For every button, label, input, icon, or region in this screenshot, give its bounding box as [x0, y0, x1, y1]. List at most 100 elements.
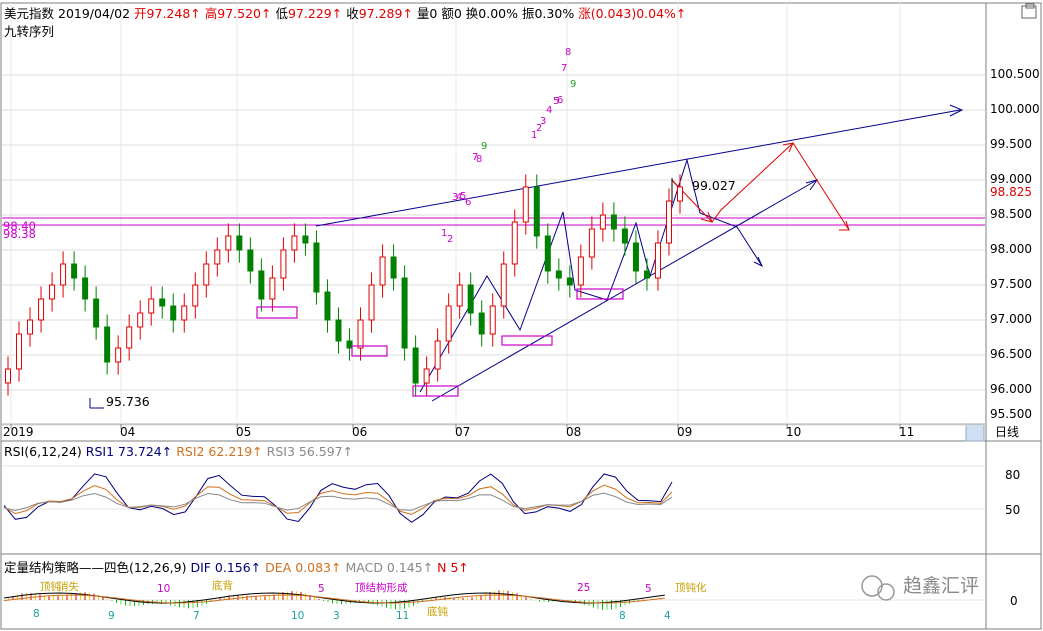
macd-value: MACD 0.145↑	[345, 560, 434, 575]
candle	[258, 270, 265, 300]
candle	[346, 340, 353, 349]
candle	[522, 186, 529, 223]
candle	[423, 368, 430, 384]
td-count: 6	[557, 95, 563, 106]
price-tick: 97.500	[990, 277, 1032, 291]
candle	[181, 305, 188, 321]
candle	[104, 326, 111, 363]
td-count: 2	[447, 234, 453, 245]
bar-date: 2019/04/02	[58, 6, 131, 21]
candle	[236, 235, 243, 251]
candle	[478, 312, 485, 335]
time-tick: 04	[120, 425, 135, 439]
trend-lines	[2, 104, 985, 409]
price-tick: 100.500	[990, 67, 1040, 81]
macd-signal-label: 顶钝化	[675, 581, 707, 594]
td-count: 7	[561, 63, 567, 74]
candle	[137, 312, 144, 328]
price-tick: 98.500	[990, 207, 1032, 221]
candle	[412, 347, 419, 384]
td-count: 9	[570, 79, 576, 90]
time-tick: 08	[566, 425, 581, 439]
chart-canvas: 879456321978345612 顶钝消失 10 底背 5 顶结构形成 25 5 顶钝化8…	[0, 2, 1042, 630]
candle	[324, 291, 331, 321]
candle	[27, 319, 34, 335]
candle	[214, 249, 221, 265]
macd-signal-label: 顶结构形成	[355, 581, 408, 594]
outer-frame	[0, 2, 1042, 630]
trend-line	[315, 109, 961, 227]
time-tick: 07	[455, 425, 470, 439]
candle	[401, 277, 408, 349]
price-tick: 96.500	[990, 347, 1032, 361]
candle	[203, 263, 210, 286]
candle	[192, 284, 199, 307]
support-box	[412, 385, 459, 397]
time-tick: 09	[677, 425, 692, 439]
price-tick: 100.000	[990, 102, 1040, 116]
candle	[148, 298, 155, 314]
macd-signal-label: 25	[577, 582, 590, 594]
price-tick: 97.000	[990, 312, 1032, 326]
price-tick: 98.000	[990, 242, 1032, 256]
candle	[247, 249, 254, 272]
price-tick: 95.500	[990, 407, 1032, 421]
candle	[665, 200, 672, 244]
candle	[632, 242, 639, 272]
scroll-handle[interactable]	[965, 423, 985, 442]
macd-signal-label: 5	[318, 583, 325, 595]
macd-signal-label: 7	[193, 610, 200, 622]
high-value: 97.520↑	[217, 6, 272, 21]
macd-signal-label: 消失	[58, 580, 79, 593]
candle	[599, 214, 606, 230]
candle	[115, 347, 122, 363]
macd-signal-label: 9	[108, 610, 115, 622]
watermark: 趋鑫汇评	[861, 575, 979, 601]
chart-window: { "header": { "name": "美元指数", "date": "2…	[0, 0, 1043, 631]
watermark-text: 趋鑫汇评	[903, 575, 979, 597]
low-label: 低	[275, 6, 288, 21]
candle	[71, 263, 78, 279]
change: 涨(0.043)0.04%↑	[578, 6, 687, 21]
rsi2-value: RSI2 62.219↑	[176, 444, 263, 459]
candle	[654, 242, 661, 279]
td-count: 1	[531, 130, 537, 141]
candle	[313, 242, 320, 293]
close-value: 97.289↑	[358, 6, 413, 21]
time-tick: 2019	[3, 425, 34, 439]
candle	[60, 263, 67, 286]
candle	[302, 235, 309, 244]
header-bar: 美元指数 2019/04/02 开97.248↑ 高97.520↑ 低97.22…	[4, 3, 686, 22]
rsi-lines	[3, 473, 673, 523]
support-box	[256, 306, 298, 319]
td-count: 9	[481, 141, 487, 152]
candle	[677, 186, 683, 202]
candle	[643, 270, 650, 279]
wechat-icon	[861, 575, 883, 597]
n-value: N 5↑	[437, 560, 469, 575]
candle	[621, 228, 628, 244]
candle	[390, 256, 397, 279]
macd-axis-0: 0	[1010, 594, 1018, 608]
amount: 额0	[441, 6, 462, 21]
dea-value: DEA 0.083↑	[265, 560, 342, 575]
candle	[357, 319, 364, 349]
macd-signal-label: 8	[619, 610, 626, 622]
open-value: 97.248↑	[146, 6, 201, 21]
turnover: 换0.00%	[465, 6, 518, 21]
low-point-label: 95.736	[106, 394, 150, 409]
macd-title: 定量结构策略——四色(12,26,9)	[4, 560, 187, 575]
candle	[533, 186, 540, 237]
candle	[566, 277, 573, 286]
candle	[159, 298, 166, 307]
candle	[544, 235, 551, 272]
candle	[170, 305, 177, 321]
instrument-name: 美元指数	[4, 6, 55, 21]
candle	[445, 305, 452, 342]
td-count: 6	[465, 197, 471, 208]
period-label[interactable]: 日线	[995, 425, 1019, 439]
candle	[291, 235, 298, 251]
rsi-header: RSI(6,12,24) RSI1 73.724↑ RSI2 62.219↑ R…	[4, 444, 353, 459]
macd-signal-label: 8	[33, 608, 40, 620]
price-tick: 96.000	[990, 382, 1032, 396]
